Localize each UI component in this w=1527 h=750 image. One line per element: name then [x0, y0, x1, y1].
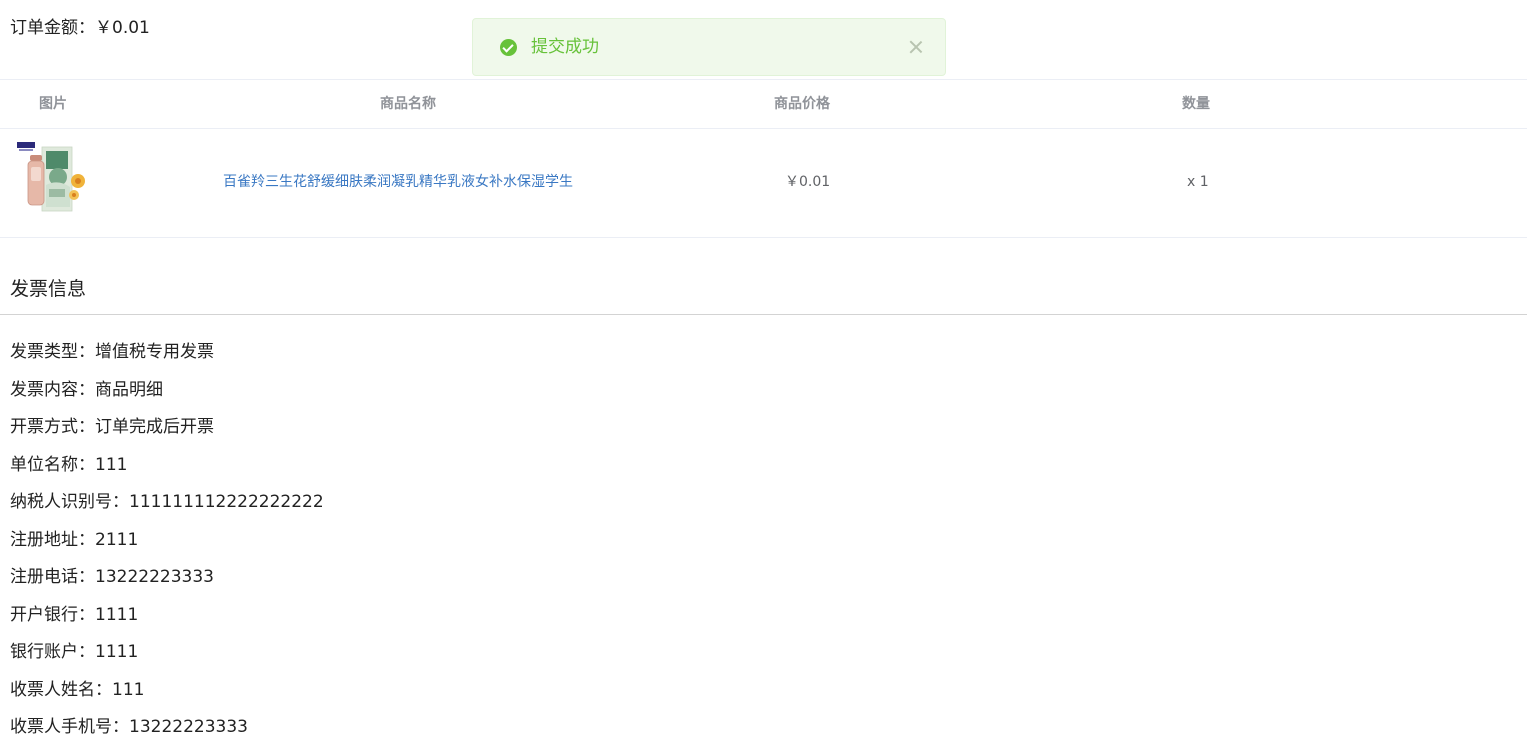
field-value: 111 [112, 679, 145, 700]
order-amount-label: 订单金额： [10, 18, 95, 38]
bank-account: 银行账户：1111 [10, 641, 324, 679]
company-name: 单位名称：111 [10, 454, 324, 492]
product-thumbnail[interactable] [16, 141, 92, 217]
order-amount-value: ￥0.01 [95, 18, 150, 38]
field-label: 银行账户： [10, 642, 95, 662]
field-value: 1111 [95, 604, 139, 625]
field-value: 111 [95, 454, 128, 475]
field-value: 订单完成后开票 [95, 417, 214, 437]
toast-message: 提交成功 [531, 37, 599, 57]
section-divider [0, 314, 1527, 315]
registered-phone: 注册电话：13222223333 [10, 566, 324, 604]
product-table: 图片 商品名称 商品价格 数量 百雀羚三生花舒缓细肤柔润凝乳精华乳液女补水保湿学… [0, 79, 1527, 238]
invoice-section-title: 发票信息 [10, 278, 87, 300]
success-toast: 提交成功 [472, 18, 946, 76]
invoice-type: 发票类型：增值税专用发票 [10, 341, 324, 379]
check-circle-icon [500, 39, 517, 56]
close-icon[interactable] [909, 40, 923, 54]
order-amount: 订单金额：￥0.01 [10, 17, 150, 39]
field-label: 收票人姓名： [10, 679, 112, 700]
header-image: 图片 [39, 96, 67, 112]
header-price: 商品价格 [774, 96, 830, 112]
field-value: 商品明细 [95, 379, 163, 400]
invoice-issue-method: 开票方式：订单完成后开票 [10, 416, 324, 454]
table-row: 百雀羚三生花舒缓细肤柔润凝乳精华乳液女补水保湿学生 ￥0.01 x 1 [0, 129, 1527, 238]
recipient-name: 收票人姓名：111 [10, 679, 324, 717]
invoice-info-list: 发票类型：增值税专用发票 发票内容：商品明细 开票方式：订单完成后开票 单位名称… [10, 341, 324, 750]
field-label: 纳税人识别号： [10, 492, 129, 512]
product-price: ￥0.01 [785, 174, 831, 190]
field-value: 13222223333 [129, 717, 248, 737]
header-quantity: 数量 [1182, 96, 1210, 112]
registered-address: 注册地址：2111 [10, 529, 324, 567]
invoice-content: 发票内容：商品明细 [10, 379, 324, 417]
table-header: 图片 商品名称 商品价格 数量 [0, 79, 1527, 129]
order-detail-page: 订单金额：￥0.01 提交成功 图片 商品名称 商品价格 数量 百雀羚三生花舒缓… [0, 0, 1527, 750]
field-label: 单位名称： [10, 454, 95, 475]
field-label: 收票人手机号： [10, 717, 129, 737]
field-label: 开户银行： [10, 604, 95, 625]
field-label: 发票内容： [10, 379, 95, 400]
field-label: 注册电话： [10, 567, 95, 587]
field-value: 111111112222222222 [129, 492, 324, 512]
field-value: 13222223333 [95, 567, 214, 587]
field-value: 增值税专用发票 [95, 342, 214, 362]
bank-name: 开户银行：1111 [10, 604, 324, 642]
product-quantity: x 1 [1187, 174, 1209, 190]
header-name: 商品名称 [380, 96, 436, 112]
recipient-phone: 收票人手机号：13222223333 [10, 716, 324, 750]
field-label: 发票类型： [10, 342, 95, 362]
field-value: 2111 [95, 529, 139, 550]
taxpayer-id: 纳税人识别号：111111112222222222 [10, 491, 324, 529]
field-value: 1111 [95, 642, 139, 662]
field-label: 开票方式： [10, 417, 95, 437]
field-label: 注册地址： [10, 529, 95, 550]
product-name-link[interactable]: 百雀羚三生花舒缓细肤柔润凝乳精华乳液女补水保湿学生 [223, 173, 573, 191]
